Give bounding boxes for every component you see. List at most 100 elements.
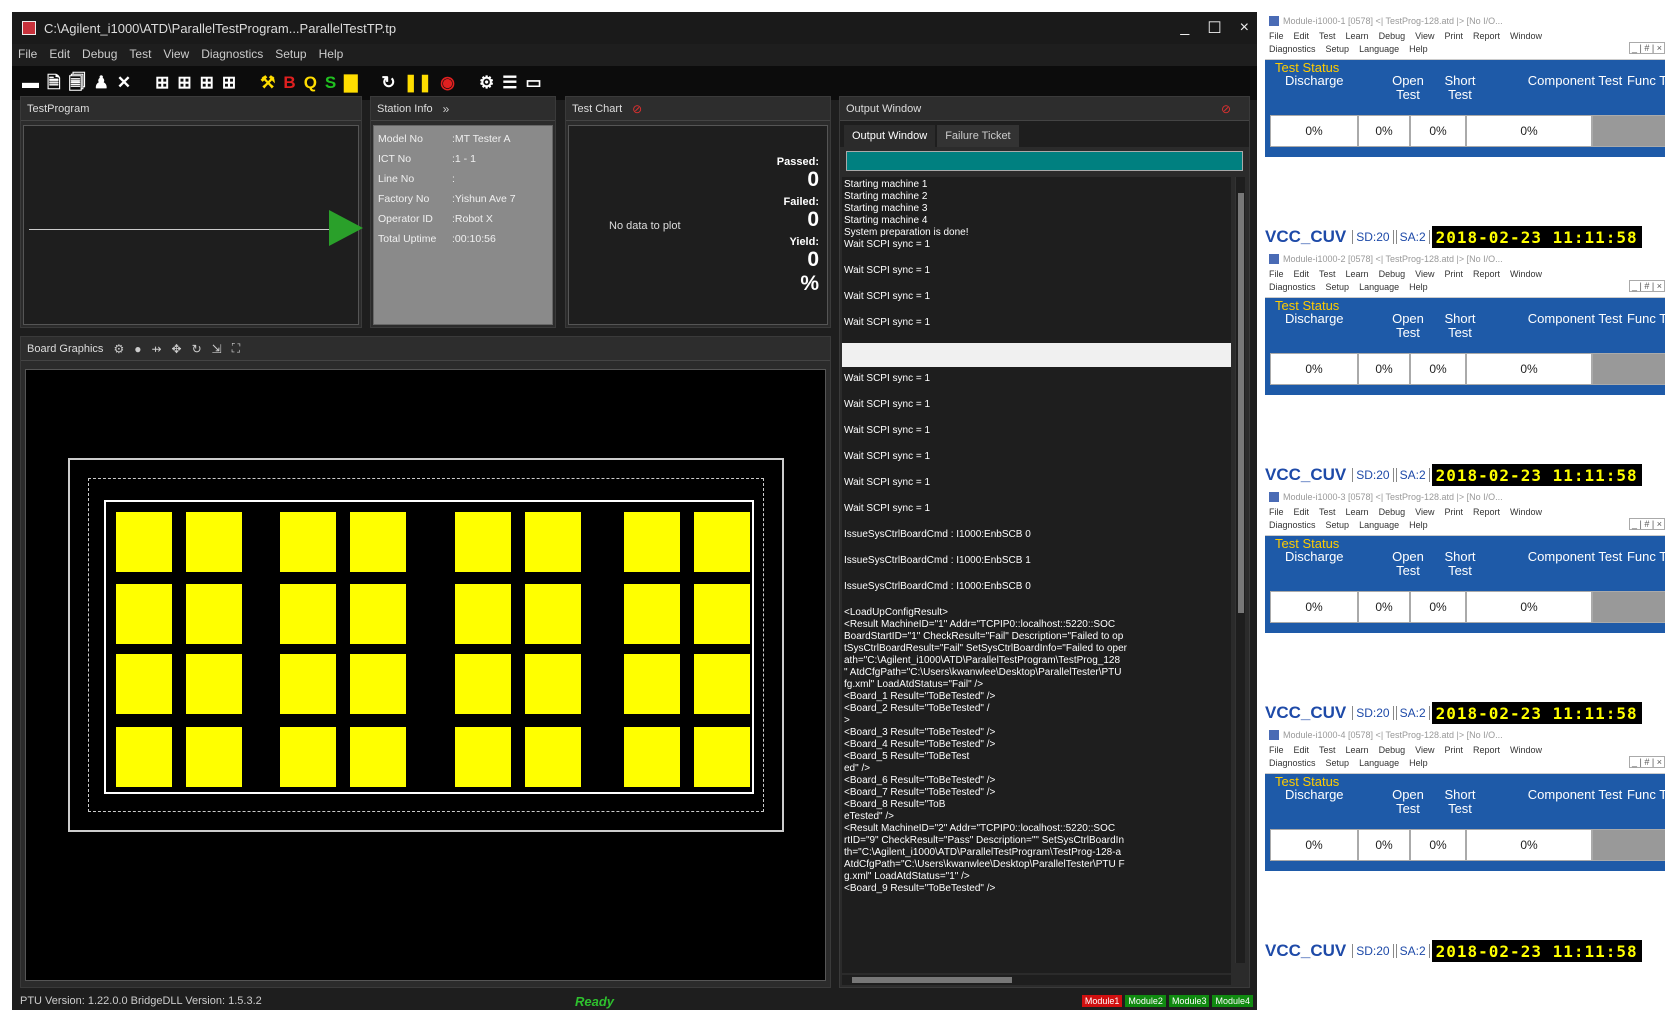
module-menu-item[interactable]: Diagnostics — [1269, 44, 1316, 54]
display-icon[interactable]: ▭ — [525, 73, 541, 93]
module-badge[interactable]: Module1 — [1081, 995, 1123, 1007]
board-pad[interactable] — [694, 512, 750, 572]
board-pad[interactable] — [186, 727, 242, 787]
module-menu-item[interactable]: Test — [1319, 31, 1336, 41]
module-menu-item[interactable]: Print — [1444, 507, 1463, 517]
module-menu-item[interactable]: Learn — [1346, 269, 1369, 279]
module-menu-item[interactable]: Diagnostics — [1269, 758, 1316, 768]
grid-icon[interactable]: ⊞ — [155, 73, 169, 93]
board-pad[interactable] — [350, 654, 406, 714]
module-menu-item[interactable]: Test — [1319, 507, 1336, 517]
module-menu-item[interactable]: Language — [1359, 520, 1399, 530]
module-menu-item[interactable]: Test — [1319, 269, 1336, 279]
pan-icon[interactable]: ✥ — [172, 342, 182, 356]
module-menu-item[interactable]: Window — [1510, 507, 1542, 517]
module-badge[interactable]: Module3 — [1168, 995, 1210, 1007]
module-menu-item[interactable]: Language — [1359, 758, 1399, 768]
qi-icon[interactable]: Q — [304, 73, 317, 93]
pause-icon[interactable]: ❚❚ — [404, 73, 433, 93]
board-pad[interactable] — [624, 654, 680, 714]
module-badge[interactable]: Module4 — [1212, 995, 1253, 1007]
refresh-icon[interactable]: ↻ — [381, 73, 395, 93]
board-pad[interactable] — [116, 512, 172, 572]
board-pad[interactable] — [694, 654, 750, 714]
board-pad[interactable] — [525, 584, 581, 644]
grid4-icon[interactable]: ⊞ — [222, 73, 236, 93]
menu-setup[interactable]: Setup — [275, 47, 306, 61]
module-menu-item[interactable]: View — [1415, 269, 1434, 279]
board-pad[interactable] — [525, 512, 581, 572]
menu-diagnostics[interactable]: Diagnostics — [201, 47, 263, 61]
module-menu-item[interactable]: Learn — [1346, 745, 1369, 755]
scrollbar-thumb[interactable] — [1238, 193, 1244, 613]
module-menu-item[interactable]: Report — [1473, 269, 1500, 279]
maximize-button[interactable]: ☐ — [1207, 18, 1221, 38]
output-log[interactable]: Starting machine 1 Starting machine 2 Star… — [842, 177, 1231, 973]
module-menu-item[interactable]: Help — [1409, 758, 1428, 768]
zoom-in-icon[interactable]: ⚙ — [113, 342, 124, 356]
board-pad[interactable] — [624, 512, 680, 572]
module-menu-item[interactable]: File — [1269, 31, 1284, 41]
module-menu-item[interactable]: Diagnostics — [1269, 520, 1316, 530]
module-menu-item[interactable]: Setup — [1326, 282, 1350, 292]
module-menu-item[interactable]: Learn — [1346, 31, 1369, 41]
mdi-buttons[interactable]: _ | # | × — [1629, 518, 1665, 530]
module-menu-item[interactable]: Window — [1510, 745, 1542, 755]
vertical-scrollbar[interactable] — [1235, 177, 1245, 963]
board-pad[interactable] — [455, 584, 511, 644]
board-pad[interactable] — [280, 512, 336, 572]
module-menu-item[interactable]: Debug — [1379, 507, 1406, 517]
module-menu-item[interactable]: Edit — [1294, 269, 1310, 279]
board-pad[interactable] — [455, 727, 511, 787]
close-button[interactable]: × — [1240, 19, 1249, 37]
close-icon[interactable]: ✕ — [117, 73, 131, 93]
tab-failure-ticket[interactable]: Failure Ticket — [937, 125, 1019, 147]
board-pad[interactable] — [694, 727, 750, 787]
board-pad[interactable] — [525, 654, 581, 714]
module-menu-item[interactable]: Report — [1473, 745, 1500, 755]
menu-test[interactable]: Test — [129, 47, 151, 61]
module-menu-item[interactable]: Test — [1319, 745, 1336, 755]
menu-help[interactable]: Help — [319, 47, 344, 61]
module-menu-item[interactable]: Setup — [1326, 44, 1350, 54]
board-pad[interactable] — [186, 654, 242, 714]
menu-file[interactable]: File — [18, 47, 37, 61]
minimize-button[interactable]: _ — [1180, 19, 1189, 37]
module-badge[interactable]: Module2 — [1125, 995, 1166, 1007]
module-menu-item[interactable]: File — [1269, 269, 1284, 279]
module-menu-item[interactable]: File — [1269, 507, 1284, 517]
module-menu-item[interactable]: Debug — [1379, 745, 1406, 755]
save-as-icon[interactable]: 🗐 — [69, 73, 86, 93]
new-icon[interactable]: ▬ — [22, 73, 39, 93]
grid3-icon[interactable]: ⊞ — [200, 73, 214, 93]
module-menu-item[interactable]: Report — [1473, 507, 1500, 517]
board-pad[interactable] — [186, 512, 242, 572]
board-pad[interactable] — [624, 584, 680, 644]
module-menu-item[interactable]: View — [1415, 31, 1434, 41]
board-pad[interactable] — [525, 727, 581, 787]
module-menu-item[interactable]: Help — [1409, 282, 1428, 292]
module-menu-item[interactable]: Edit — [1294, 745, 1310, 755]
board-pad[interactable] — [455, 512, 511, 572]
board-pad[interactable] — [624, 727, 680, 787]
board-pad[interactable] — [350, 727, 406, 787]
move-icon[interactable]: ⇲ — [212, 342, 222, 356]
selected-log-line[interactable]: Wait SCPI sync = 1 — [842, 343, 1231, 367]
module-menu-item[interactable]: View — [1415, 507, 1434, 517]
zoom-out-icon[interactable]: ● — [134, 342, 141, 356]
board-pad[interactable] — [280, 727, 336, 787]
module-menu-item[interactable]: Setup — [1326, 758, 1350, 768]
si-icon[interactable]: S — [325, 73, 336, 93]
bi-icon[interactable]: B — [283, 73, 295, 93]
rotate-icon[interactable]: ↻ — [192, 342, 202, 356]
board-pad[interactable] — [350, 584, 406, 644]
board-pad[interactable] — [280, 584, 336, 644]
module-menu-item[interactable]: Print — [1444, 31, 1463, 41]
scrollbar-thumb[interactable] — [852, 977, 1012, 983]
debug-icon[interactable]: ⚒ — [260, 73, 275, 93]
stop-icon[interactable]: ◉ — [440, 73, 455, 93]
module-menu-item[interactable]: Window — [1510, 31, 1542, 41]
settings-icon[interactable]: ⚙ — [479, 73, 494, 93]
module-menu-item[interactable]: View — [1415, 745, 1434, 755]
menu-view[interactable]: View — [163, 47, 189, 61]
